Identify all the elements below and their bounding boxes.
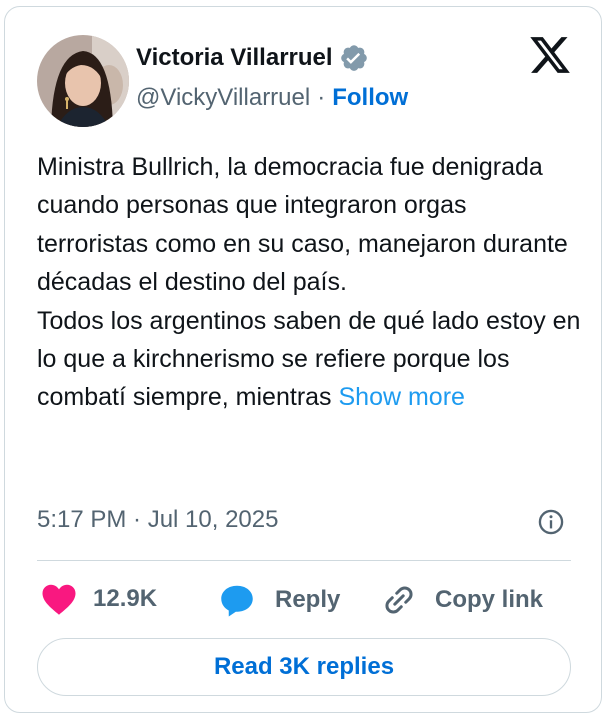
heart-icon xyxy=(42,584,76,615)
author-name-row: Victoria Villarruel xyxy=(136,43,369,73)
copy-link-label: Copy link xyxy=(435,586,544,613)
x-logo-icon[interactable] xyxy=(527,33,573,77)
avatar-image xyxy=(37,35,129,127)
reply-label: Reply xyxy=(275,586,341,613)
info-icon[interactable] xyxy=(537,508,565,536)
tweet-paragraph-1: Ministra Bullrich, la democracia fue den… xyxy=(37,153,568,297)
tweet-card: Victoria Villarruel @VickyVillarruel · F… xyxy=(4,6,602,713)
show-more-link[interactable]: Show more xyxy=(339,383,465,411)
author-handle[interactable]: @VickyVillarruel xyxy=(136,84,310,112)
copy-link-button[interactable]: Copy link xyxy=(381,582,543,618)
tweet-timestamp[interactable]: 5:17 PM · Jul 10, 2025 xyxy=(37,506,278,534)
tweet-paragraph-2-text: Todos los argentinos saben de qué lado e… xyxy=(37,306,581,412)
link-icon xyxy=(385,586,413,614)
verified-badge-icon xyxy=(340,45,367,71)
author-name[interactable]: Victoria Villarruel xyxy=(136,44,333,72)
read-replies-button[interactable]: Read 3K replies xyxy=(37,638,571,696)
tweet-text: Ministra Bullrich, la democracia fue den… xyxy=(37,148,582,417)
reply-button[interactable]: Reply xyxy=(219,582,340,618)
like-button[interactable]: 12.9K xyxy=(41,582,157,616)
separator: · xyxy=(317,84,326,111)
follow-button[interactable]: Follow xyxy=(332,84,408,112)
divider xyxy=(37,560,571,561)
reply-bubble-icon xyxy=(221,585,253,617)
author-handle-row: @VickyVillarruel · Follow xyxy=(136,84,408,112)
like-count: 12.9K xyxy=(93,585,158,612)
avatar[interactable] xyxy=(37,35,129,127)
tweet-paragraph-2: Todos los argentinos saben de qué lado e… xyxy=(37,302,582,417)
